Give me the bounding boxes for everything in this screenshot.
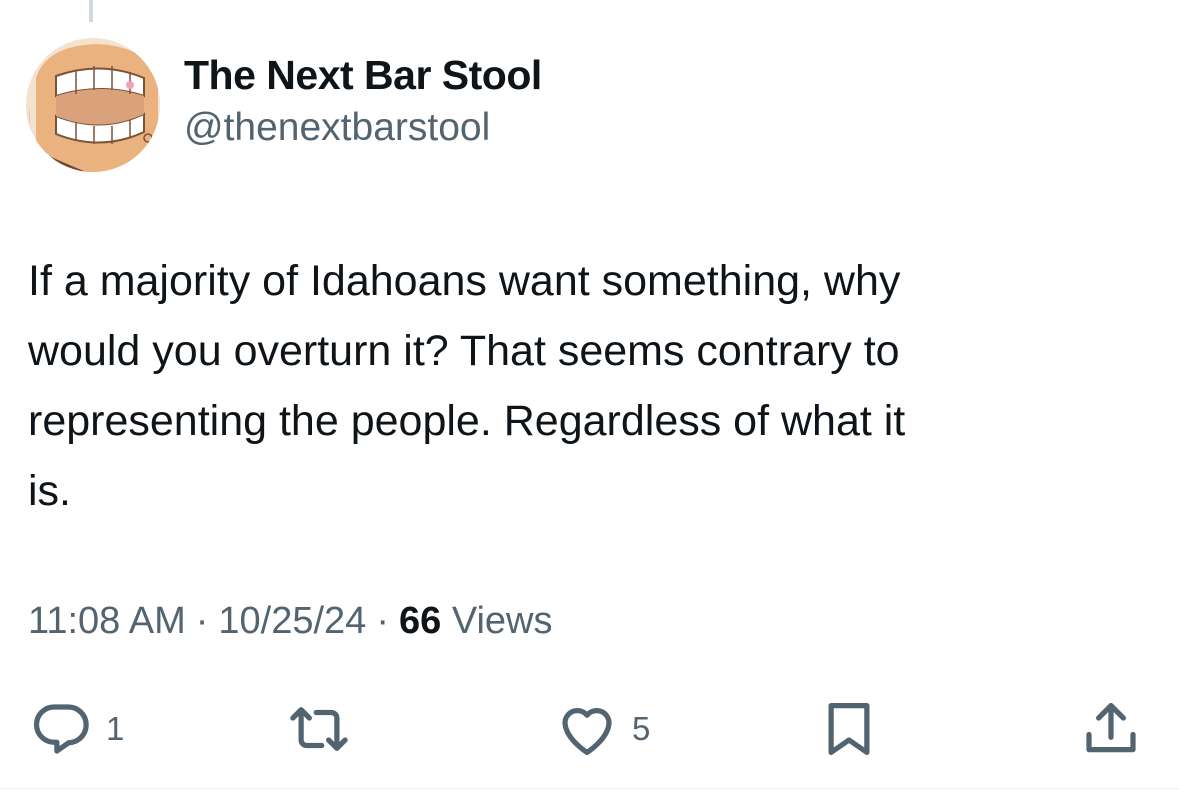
- thread-connector-line: [89, 0, 93, 22]
- retweet-icon: [284, 696, 354, 762]
- bookmark-button[interactable]: [816, 694, 882, 764]
- tweet-detail: The Next Bar Stool @thenextbarstool If a…: [0, 0, 1179, 794]
- tweet-time[interactable]: 11:08 AM: [28, 600, 186, 642]
- meta-separator: ·: [376, 600, 389, 642]
- tweet-meta: 11:08 AM · 10/25/24 · 66 Views: [28, 600, 553, 643]
- views-label[interactable]: Views: [452, 600, 553, 642]
- reply-button[interactable]: 1: [28, 694, 124, 764]
- share-button[interactable]: [1078, 694, 1144, 764]
- retweet-button[interactable]: [284, 694, 354, 764]
- like-count: 5: [632, 710, 651, 747]
- tweet-actions-bar: 1 5: [0, 694, 1179, 764]
- tweet-text: If a majority of Idahoans want something…: [28, 246, 1128, 526]
- avatar[interactable]: [26, 38, 160, 172]
- tweet-text-line: is.: [28, 467, 71, 515]
- tweet-text-line: If a majority of Idahoans want something…: [28, 257, 901, 305]
- author-handle[interactable]: @thenextbarstool: [184, 106, 490, 150]
- reply-icon: [28, 696, 94, 762]
- tweet-text-line: would you overturn it? That seems contra…: [28, 327, 900, 375]
- views-count[interactable]: 66: [399, 600, 441, 642]
- like-icon: [554, 696, 620, 762]
- tweet-text-line: representing the people. Regardless of w…: [28, 397, 906, 445]
- tweet-date[interactable]: 10/25/24: [218, 600, 366, 642]
- meta-separator: ·: [195, 600, 209, 642]
- reply-count: 1: [106, 710, 125, 747]
- like-button[interactable]: 5: [554, 694, 650, 764]
- bookmark-icon: [816, 696, 882, 762]
- author-display-name[interactable]: The Next Bar Stool: [184, 52, 542, 99]
- divider: [0, 788, 1179, 789]
- share-icon: [1078, 696, 1144, 762]
